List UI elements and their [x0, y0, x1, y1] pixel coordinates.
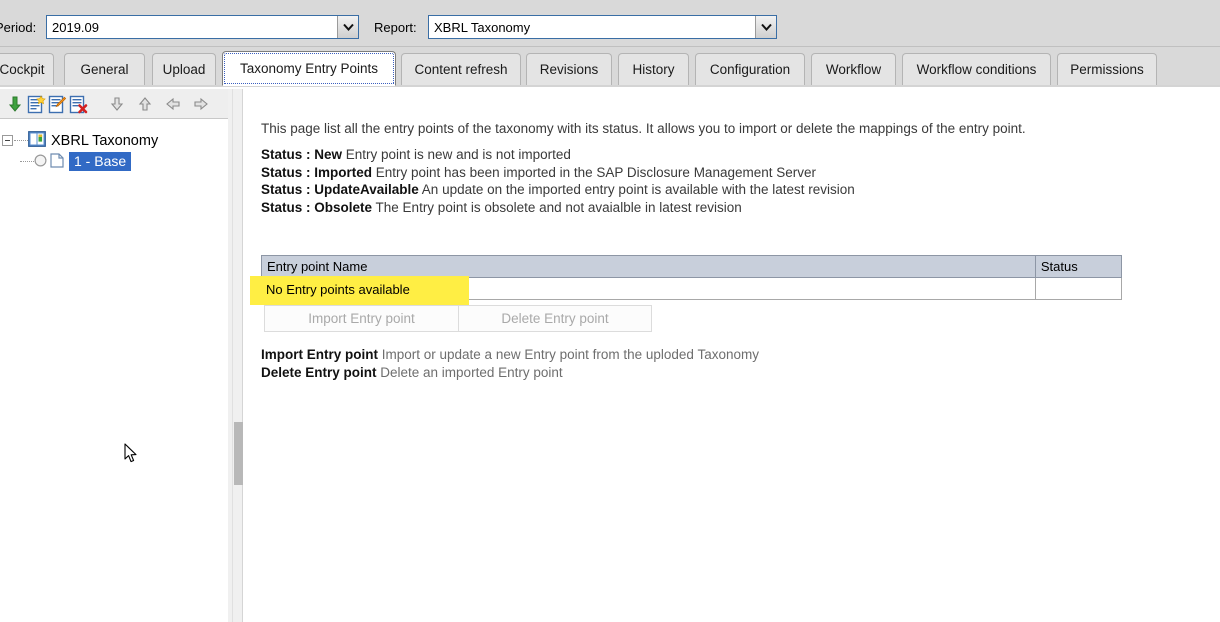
status-legend-text: Entry point is new and is not imported: [342, 147, 571, 162]
tab-bar: Cockpit General Upload Taxonomy Entry Point…: [0, 47, 1220, 87]
tab-history[interactable]: History: [618, 53, 689, 85]
period-label: Period:: [0, 20, 37, 35]
empty-table-message: No Entry points available: [266, 282, 410, 297]
tab-permissions[interactable]: Permissions: [1057, 53, 1157, 85]
top-toolbar: Period: 2019.09 Report: XBRL Taxonomy: [0, 0, 1220, 47]
book-icon: [28, 131, 46, 150]
status-legend-text: An update on the imported entry point is…: [418, 182, 855, 197]
period-value: 2019.09: [52, 19, 99, 35]
page-description: This page list all the entry points of t…: [261, 121, 1026, 136]
status-legend-term: Status : UpdateAvailable: [261, 182, 419, 197]
tab-content-refresh[interactable]: Content refresh: [401, 53, 521, 85]
tab-label: Upload: [162, 62, 206, 77]
tab-label: Workflow: [825, 62, 882, 77]
tab-label: General: [80, 62, 129, 77]
download-arrow-icon[interactable]: [4, 93, 26, 115]
chevron-down-icon[interactable]: [755, 16, 776, 38]
delete-document-icon[interactable]: [67, 93, 89, 115]
move-right-icon[interactable]: [190, 93, 212, 115]
tab-label: Workflow conditions: [916, 62, 1037, 77]
tree-toolbar: [0, 89, 237, 119]
delete-entry-point-button[interactable]: Delete Entry point: [458, 305, 652, 332]
status-legend: Status : New Entry point is new and is n…: [261, 146, 855, 216]
tab-label: History: [632, 62, 675, 77]
circle-status-icon: [34, 153, 47, 170]
note-text: Import or update a new Entry point from …: [378, 347, 759, 362]
move-left-icon[interactable]: [162, 93, 184, 115]
tab-taxonomy-entry-points[interactable]: Taxonomy Entry Points: [222, 51, 396, 86]
tab-label: Cockpit: [0, 62, 45, 77]
taxonomy-tree-panel: XBRL Taxonomy 1 - Base: [0, 89, 237, 622]
tab-general[interactable]: General: [64, 53, 145, 85]
report-value: XBRL Taxonomy: [434, 19, 531, 35]
scrollbar-thumb[interactable]: [234, 422, 243, 485]
status-legend-term: Status : Obsolete: [261, 199, 373, 215]
chevron-down-icon[interactable]: [337, 16, 358, 38]
left-panel-scrollbar[interactable]: [232, 89, 243, 622]
tab-cockpit[interactable]: Cockpit: [0, 53, 54, 85]
tab-workflow[interactable]: Workflow: [811, 53, 896, 85]
column-header-entry-point-name[interactable]: Entry point Name: [261, 255, 1036, 278]
edit-document-icon[interactable]: [46, 93, 68, 115]
status-legend-text: The Entry point is obsolete and not avai…: [372, 199, 742, 215]
table-header-row: Entry point Name Status: [261, 255, 1123, 278]
tab-label: Revisions: [539, 62, 599, 77]
tab-configuration[interactable]: Configuration: [695, 53, 805, 85]
button-help-note: Delete Entry point Delete an imported En…: [261, 364, 759, 382]
empty-row-status-cell: [1034, 277, 1123, 300]
tree-connector: [14, 140, 28, 141]
tree-node-label: XBRL Taxonomy: [51, 132, 159, 149]
new-document-icon[interactable]: [25, 93, 47, 115]
button-help-notes: Import Entry point Import or update a ne…: [261, 346, 759, 381]
status-legend-item: Status : UpdateAvailable An update on th…: [261, 181, 855, 199]
status-legend-item: Status : New Entry point is new and is n…: [261, 146, 855, 164]
button-help-note: Import Entry point Import or update a ne…: [261, 346, 759, 364]
tab-revisions[interactable]: Revisions: [526, 53, 612, 85]
entry-points-page: This page list all the entry points of t…: [246, 89, 1220, 622]
tab-upload[interactable]: Upload: [152, 53, 216, 85]
import-entry-point-button[interactable]: Import Entry point: [264, 305, 459, 332]
tab-label: Configuration: [709, 62, 791, 77]
tab-label: Taxonomy Entry Points: [239, 61, 379, 76]
note-term: Delete Entry point: [261, 364, 377, 380]
tab-label: Permissions: [1070, 62, 1144, 77]
period-dropdown[interactable]: 2019.09: [46, 15, 359, 39]
taxonomy-tree: XBRL Taxonomy 1 - Base: [0, 120, 237, 622]
status-legend-term: Status : Imported: [261, 164, 373, 180]
report-label: Report:: [374, 20, 417, 35]
status-legend-term: Status : New: [261, 147, 343, 162]
tab-workflow-conditions[interactable]: Workflow conditions: [902, 53, 1051, 85]
column-header-status[interactable]: Status: [1034, 255, 1123, 278]
report-dropdown[interactable]: XBRL Taxonomy: [428, 15, 777, 39]
move-up-icon[interactable]: [134, 93, 156, 115]
status-legend-item: Status : Obsolete The Entry point is obs…: [261, 199, 855, 217]
status-legend-item: Status : Imported Entry point has been i…: [261, 164, 855, 182]
tree-node-xbrl-taxonomy[interactable]: XBRL Taxonomy: [0, 130, 237, 151]
move-down-icon[interactable]: [106, 93, 128, 115]
tree-node-label-selected: 1 - Base: [69, 152, 132, 171]
tree-node-base[interactable]: 1 - Base: [0, 151, 237, 172]
status-legend-text: Entry point has been imported in the SAP…: [372, 164, 816, 180]
note-text: Delete an imported Entry point: [376, 364, 563, 380]
page-icon: [50, 152, 64, 171]
tab-label: Content refresh: [414, 62, 508, 77]
tree-connector: [20, 161, 34, 162]
expander-icon[interactable]: [2, 135, 13, 146]
note-term: Import Entry point: [261, 347, 378, 362]
